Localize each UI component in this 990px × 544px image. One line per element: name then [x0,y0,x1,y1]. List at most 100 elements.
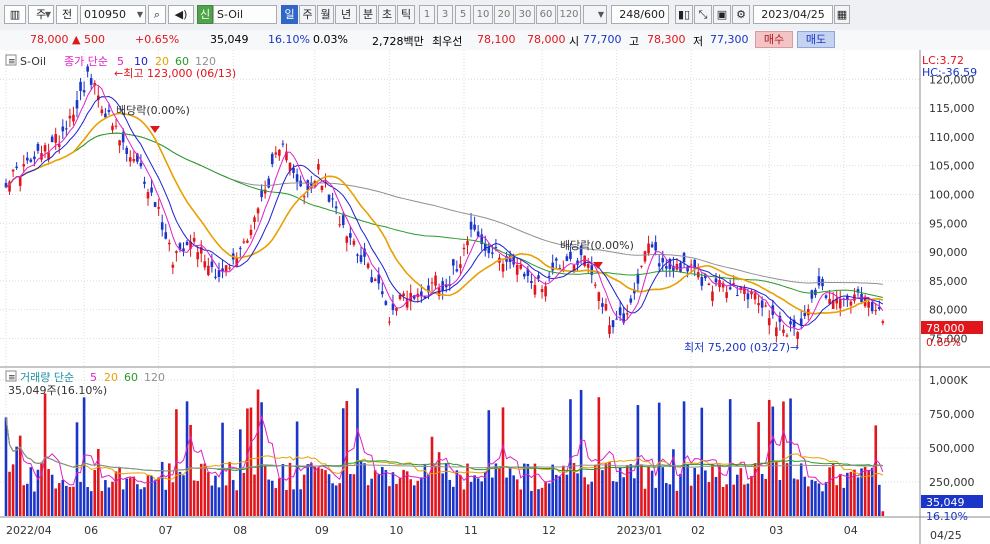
vma120-legend: 120 [144,371,165,384]
period-year-button[interactable]: 년 [335,5,357,24]
gear-icon[interactable]: ⚙ [732,5,750,24]
sell-button[interactable]: 매도 [797,31,835,48]
interval-dropdown[interactable]: ▼ [583,5,607,24]
candle-body [29,159,33,162]
volume-bar [356,388,359,516]
current-price-tag-label: 78,000 [926,322,965,335]
interval-30-button[interactable]: 30 [515,5,535,24]
search-icon[interactable]: ⌕ [148,5,166,24]
candle-body [430,282,434,284]
volume-bar [625,465,629,516]
date-tick-label: 2023/01 [617,524,663,537]
interval-120-button[interactable]: 120 [557,5,581,24]
open-price: 77,700 [583,33,622,46]
volume-bar [409,479,412,516]
price-volume-chart[interactable]: 75,00080,00085,00090,00095,000100,000105… [0,50,990,544]
candle-body [175,251,178,253]
volume-bar [263,465,267,516]
legend-toggle-icon[interactable]: ≡ [8,373,16,383]
period-tick-button[interactable]: 틱 [397,5,415,24]
candle-body [146,192,150,199]
candle-body [160,222,164,230]
volume-bar [373,470,377,516]
count-field[interactable]: 248/600 [611,5,669,24]
volume-tick-label: 1,000K [929,374,968,387]
candle-body [434,275,437,286]
period-minute-button[interactable]: 분 [359,5,377,24]
end-date-label: 04/25 [930,529,962,542]
candle-body [728,287,732,290]
period-day-button[interactable]: 일 [281,5,298,24]
volume-bar [739,468,743,516]
candle-body [554,258,558,261]
date-tick-label: 03 [769,524,783,537]
interval-1-button[interactable]: 1 [419,5,435,24]
candle-body [295,174,299,182]
volume-bar [515,479,519,516]
name-field[interactable]: S-Oil [213,5,277,24]
change-percent: +0.65% [135,33,180,46]
interval-10-button[interactable]: 10 [473,5,493,24]
save-icon[interactable]: ▣ [713,5,731,24]
period-month-button[interactable]: 월 [317,5,334,24]
volume-bar [306,464,310,516]
volume-bar [615,481,618,516]
candle-body [33,156,36,160]
interval-5-button[interactable]: 5 [455,5,471,24]
candle-type-icon[interactable]: ▮▯ [675,5,693,24]
zoom-icon[interactable]: ⤡ [694,5,712,24]
candle-body [203,261,207,268]
volume-bar [256,389,260,516]
market-select[interactable]: 주 ▼ [28,5,54,24]
volume-bar [4,417,8,516]
period-week-button[interactable]: 주 [299,5,316,24]
date-field[interactable]: 2023/04/25 [753,5,833,24]
volume-bar [594,464,597,516]
calendar-icon[interactable]: ▦ [834,5,850,24]
candle-body [274,152,278,155]
volume-bar [246,408,249,516]
interval-3-button[interactable]: 3 [437,5,453,24]
candle-body [150,187,153,193]
candle-body [210,261,214,268]
candle-body [278,149,281,156]
volume-bar [118,467,121,516]
period-second-button[interactable]: 초 [378,5,396,24]
legend-toggle-icon[interactable]: ≡ [8,57,16,67]
best-quote-label: 최우선 [432,35,463,48]
candle-body [700,277,704,286]
volume-bar [54,488,57,516]
trade-amount: 2,728백만 [372,35,424,48]
candle-body [544,286,547,297]
interval-20-button[interactable]: 20 [494,5,514,24]
candle-body [239,247,242,249]
candle-body [494,247,498,249]
volume-bar [746,483,750,516]
hc-label: HC:-36.59 [922,66,977,79]
menu-icon[interactable]: ▥ [4,5,26,24]
volume-bar [828,467,831,516]
volume-bar [366,485,370,516]
candle-body [604,304,608,311]
volume-bar [480,481,483,516]
volume-bar [377,474,381,516]
buy-button[interactable]: 매수 [755,31,793,48]
volume-bar [11,464,15,516]
volume-bar [665,483,668,516]
volume-bar [732,484,736,516]
candle-body [107,109,111,112]
code-input[interactable]: 010950 ▼ [80,5,146,24]
candle-body [760,300,764,308]
volume-bar [171,482,175,516]
prev-button[interactable]: 전 [56,5,78,24]
candle-body [764,305,767,307]
price-change: ▲ 500 [72,33,105,46]
volume-bar [43,393,47,516]
sound-icon[interactable]: ◀) [168,5,194,24]
volume-bar [814,481,817,516]
interval-60-button[interactable]: 60 [536,5,556,24]
ma-legend-prefix: 종가 단순 [64,55,108,68]
candle-body [349,233,352,238]
volume-value: 35,049 [210,33,249,46]
candle-body [54,134,57,143]
